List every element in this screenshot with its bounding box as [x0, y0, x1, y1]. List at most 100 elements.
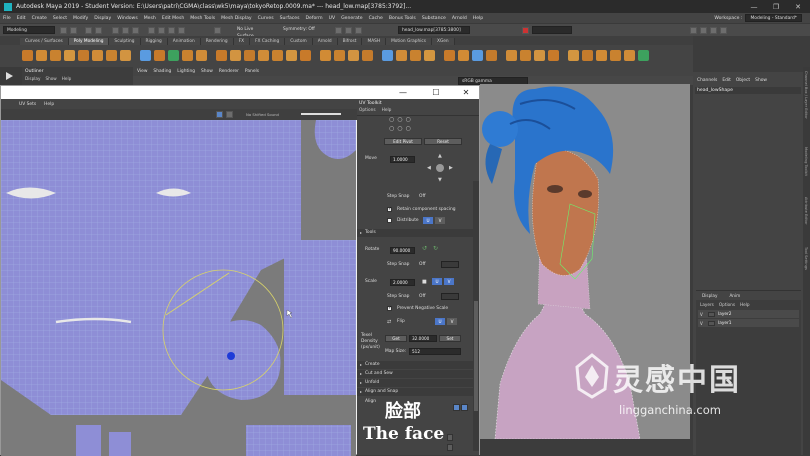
unfold-uv-icon[interactable]: [624, 50, 635, 61]
toggle-tool-settings-icon[interactable]: [710, 27, 717, 34]
platonic-solid-icon[interactable]: [120, 50, 131, 61]
move-right-arrow-icon[interactable]: ▶: [449, 165, 453, 171]
sew-uv-icon[interactable]: [610, 50, 621, 61]
viewport-menu-panels[interactable]: Panels: [245, 69, 259, 74]
exposure-slider[interactable]: [301, 113, 341, 115]
menu-windows[interactable]: Windows: [117, 16, 138, 21]
poly-cube-icon[interactable]: [36, 50, 47, 61]
menu-uv[interactable]: UV: [329, 16, 336, 21]
step-snap-value[interactable]: Off: [419, 194, 425, 199]
mirror-icon[interactable]: [196, 50, 207, 61]
pivot-grid-top[interactable]: ○○○: [389, 116, 414, 123]
menu-cache[interactable]: Cache: [369, 16, 383, 21]
texel-set-button[interactable]: Set: [439, 335, 461, 342]
channel-box-menu-edit[interactable]: Edit: [722, 78, 731, 83]
menu-edit[interactable]: Edit: [17, 16, 26, 21]
bevel-icon[interactable]: [244, 50, 255, 61]
layout-uv-icon[interactable]: [638, 50, 649, 61]
spherical-map-icon[interactable]: [410, 50, 421, 61]
cut-uv-icon[interactable]: [596, 50, 607, 61]
menu-edit-mesh[interactable]: Edit Mesh: [162, 16, 184, 21]
move-center-icon[interactable]: [436, 164, 444, 172]
shelf-tab-animation[interactable]: Animation: [167, 38, 201, 45]
uv-canvas[interactable]: [1, 120, 356, 456]
redo-icon[interactable]: [95, 27, 102, 34]
layer-menu-options[interactable]: Options: [719, 302, 735, 307]
shelf-tab-sculpting[interactable]: Sculpting: [109, 38, 141, 45]
move-down-arrow-icon[interactable]: ▼: [438, 177, 442, 183]
multi-cut-icon[interactable]: [320, 50, 331, 61]
toggle-attribute-editor-icon[interactable]: [700, 27, 707, 34]
layer-tab-anim[interactable]: Anim: [729, 293, 740, 298]
texel-get-button[interactable]: Get: [385, 335, 407, 342]
edit-pivot-button[interactable]: Edit Pivot: [384, 138, 422, 145]
unfold-section-header[interactable]: Unfold: [357, 379, 473, 387]
distribute-v-button[interactable]: V: [435, 217, 445, 224]
shelf-tab-bifrost[interactable]: Bifrost: [337, 38, 363, 45]
flip-icon[interactable]: ⇄: [387, 319, 391, 325]
snap-curve-icon[interactable]: [158, 27, 165, 34]
menu-generate[interactable]: Generate: [341, 16, 362, 21]
bridge-icon[interactable]: [230, 50, 241, 61]
menu-file[interactable]: File: [3, 16, 11, 21]
poly-torus-icon[interactable]: [78, 50, 89, 61]
combine-icon[interactable]: [140, 50, 151, 61]
reverse-normals-icon[interactable]: [472, 50, 483, 61]
render-settings-icon[interactable]: [355, 27, 362, 34]
maximize-button[interactable]: ❐: [765, 0, 787, 13]
shelf-tab-mash[interactable]: MASH: [362, 38, 387, 45]
distribute-checkbox[interactable]: [387, 218, 392, 223]
viewport-menu-lighting[interactable]: Lighting: [177, 69, 195, 74]
scale-value-field[interactable]: 2.0000: [390, 279, 415, 286]
align-snap-section-header[interactable]: Align and Snap: [357, 388, 473, 396]
quadrangulate-icon[interactable]: [520, 50, 531, 61]
quad-draw-icon[interactable]: [362, 50, 373, 61]
snap-u-icon[interactable]: [447, 434, 453, 441]
poly-sphere-icon[interactable]: [22, 50, 33, 61]
menu-select[interactable]: Select: [53, 16, 67, 21]
layer-color-swatch[interactable]: [708, 311, 715, 317]
selection-name-field[interactable]: head_low.map[3785:3800]: [398, 26, 470, 34]
offset-edge-loop-icon[interactable]: [348, 50, 359, 61]
uv-menu-uv-sets[interactable]: UV Sets: [19, 102, 36, 107]
rotate-step-snap-value[interactable]: Off: [419, 262, 425, 267]
outliner-menu-help[interactable]: Help: [62, 76, 72, 81]
flip-u-button[interactable]: U: [435, 318, 445, 325]
scale-step-value-field[interactable]: [441, 293, 459, 300]
extrude-icon[interactable]: [216, 50, 227, 61]
uv-editor-minimize-button[interactable]: —: [388, 86, 418, 99]
shelf-tab-xgen[interactable]: XGen: [432, 38, 455, 45]
rotate-step-value-field[interactable]: [441, 261, 459, 268]
outliner-menu-display[interactable]: Display: [25, 76, 40, 81]
shelf-tab-motion-graphics[interactable]: Motion Graphics: [386, 38, 433, 45]
distribute-u-button[interactable]: U: [423, 217, 433, 224]
reset-pivot-button[interactable]: Reset: [424, 138, 462, 145]
append-polygon-icon[interactable]: [258, 50, 269, 61]
select-tool-icon[interactable]: [6, 72, 13, 80]
planar-map-icon[interactable]: [382, 50, 393, 61]
pivot-grid-bottom[interactable]: ○○○: [389, 125, 414, 132]
channel-box-menu-show[interactable]: Show: [755, 78, 767, 83]
create-section-header[interactable]: Create: [357, 361, 473, 369]
menu-mesh-display[interactable]: Mesh Display: [221, 16, 252, 21]
conform-icon[interactable]: [486, 50, 497, 61]
sculpt-smooth-icon[interactable]: [548, 50, 559, 61]
scale-v-button[interactable]: V: [444, 278, 454, 285]
texel-density-field[interactable]: 32.0000: [409, 335, 437, 342]
outliner-menu-show[interactable]: Show: [45, 76, 56, 81]
sculpt-grab-icon[interactable]: [534, 50, 545, 61]
render-icon[interactable]: [335, 27, 342, 34]
menu-surfaces[interactable]: Surfaces: [280, 16, 300, 21]
triangulate-icon[interactable]: [506, 50, 517, 61]
map-size-field[interactable]: 512: [409, 348, 461, 355]
snap-grid-icon[interactable]: [148, 27, 155, 34]
side-tab-modeling-toolkit[interactable]: Modeling Toolkit: [804, 147, 808, 176]
side-tab-attribute-editor[interactable]: Attribute Editor: [804, 197, 808, 225]
rotate-cw-icon[interactable]: ↻: [433, 245, 438, 252]
layer-menu-layers[interactable]: Layers: [700, 302, 714, 307]
layer-color-swatch[interactable]: [708, 320, 715, 326]
toggle-channel-box-icon[interactable]: [720, 27, 727, 34]
menu-display[interactable]: Display: [94, 16, 111, 21]
cylindrical-map-icon[interactable]: [396, 50, 407, 61]
uv-editor-close-button[interactable]: ✕: [451, 86, 481, 99]
